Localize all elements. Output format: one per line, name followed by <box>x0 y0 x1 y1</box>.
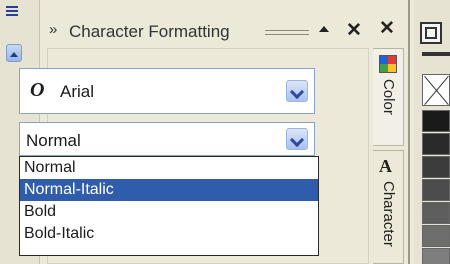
swatch-black[interactable] <box>422 110 450 132</box>
style-dropdown-chevron-icon[interactable] <box>286 128 308 150</box>
title-grip-icon[interactable]: » <box>49 21 57 38</box>
tab-color-label: Color <box>380 79 397 115</box>
swatch-gray-80[interactable] <box>422 156 450 178</box>
color-palette <box>414 0 450 264</box>
swatch-gray-50[interactable] <box>422 225 450 247</box>
palette-scroll-strip <box>422 52 450 56</box>
style-option-bold[interactable]: Bold <box>20 201 318 223</box>
style-option-bold-italic[interactable]: Bold-Italic <box>20 223 318 245</box>
style-option-normal[interactable]: Normal <box>20 157 318 179</box>
style-option-normal-italic[interactable]: Normal-Italic <box>20 179 318 201</box>
dock-divider <box>408 0 410 264</box>
tab-character-label: Character <box>380 181 397 247</box>
docker-title-bar[interactable]: » Character Formatting ✕ <box>40 10 373 50</box>
text-tool-icon[interactable] <box>6 4 24 38</box>
font-style-list: Normal Normal-Italic Bold Bold-Italic <box>19 156 319 256</box>
font-dropdown-chevron-icon[interactable] <box>286 80 308 102</box>
collapse-arrow-icon[interactable] <box>316 21 334 39</box>
opentype-font-icon: O <box>30 79 45 101</box>
tab-character[interactable]: A Character <box>373 150 404 264</box>
font-style-value: Normal <box>26 131 81 150</box>
font-style-combo[interactable]: Normal <box>19 122 315 156</box>
palette-menu-icon[interactable] <box>420 22 442 44</box>
character-glyph-icon: A <box>379 156 392 176</box>
tab-color[interactable]: Color <box>373 48 404 146</box>
color-swatch-icon <box>379 55 397 73</box>
close-docker-button[interactable]: ✕ <box>345 21 363 41</box>
swatch-gray-70[interactable] <box>422 179 450 201</box>
swatch-gray-40[interactable] <box>422 248 450 264</box>
swatch-gray-60[interactable] <box>422 202 450 224</box>
docker-title: Character Formatting <box>69 22 230 41</box>
title-grip-rule <box>265 30 309 35</box>
swatch-gray-90[interactable] <box>422 133 450 155</box>
collapse-up-icon[interactable] <box>6 44 22 62</box>
swatch-none[interactable] <box>422 74 450 106</box>
font-family-combo[interactable]: O Arial <box>19 68 315 114</box>
close-docker-group-button[interactable]: ✕ <box>379 19 395 39</box>
font-family-value: Arial <box>60 82 95 101</box>
